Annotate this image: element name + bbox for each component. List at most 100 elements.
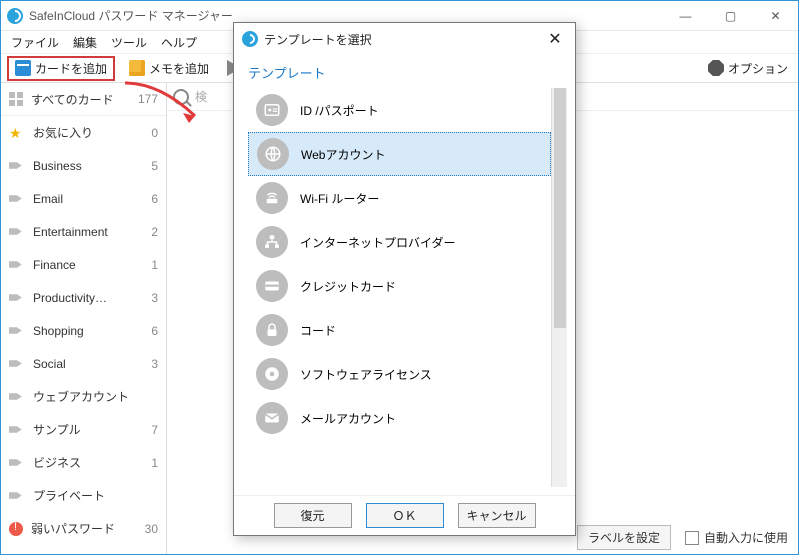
sidebar-item[interactable]: Shopping 6 <box>1 314 166 347</box>
options-label: オプション <box>728 60 788 77</box>
sidebar-item-label: ビジネス <box>33 454 81 471</box>
grey-icon <box>9 158 25 174</box>
sidebar-item-label: Email <box>33 192 63 206</box>
red-icon <box>9 522 23 536</box>
sidebar-item[interactable]: サンプル 7 <box>1 413 166 446</box>
menu-file[interactable]: ファイル <box>5 32 65 53</box>
sidebar-item-label: Entertainment <box>33 225 108 239</box>
sidebar-item-count: 6 <box>151 324 158 338</box>
sidebar-item[interactable]: 弱いパスワード 30 <box>1 512 166 545</box>
sidebar-item-count: 2 <box>151 225 158 239</box>
sidebar-list: ★お気に入り0Business5Email6Entertainment2Fina… <box>1 116 166 554</box>
sidebar-header-label: すべてのカード <box>31 91 114 108</box>
sidebar-item[interactable]: ウェブアカウント <box>1 380 166 413</box>
app-icon <box>7 8 23 24</box>
restore-button[interactable]: 復元 <box>274 503 352 528</box>
sidebar-item-label: プライベート <box>33 487 105 504</box>
grey-icon <box>9 455 25 471</box>
template-item-label: ID /パスポート <box>300 102 379 119</box>
sidebar-item-label: Productivity… <box>33 291 107 305</box>
add-card-button[interactable]: カードを追加 <box>7 56 115 81</box>
sidebar-item[interactable]: Finance1 <box>1 248 166 281</box>
template-item[interactable]: メールアカウント <box>248 396 551 440</box>
dialog-titlebar: テンプレートを選択 ✕ <box>234 23 575 55</box>
minimize-button[interactable]: ― <box>663 1 708 31</box>
grid-icon <box>9 92 23 106</box>
grey-icon <box>9 389 25 405</box>
globe-icon <box>257 138 289 170</box>
close-button[interactable]: ✕ <box>753 1 798 31</box>
add-memo-button[interactable]: メモを追加 <box>125 58 213 79</box>
template-item[interactable]: ID /パスポート <box>248 88 551 132</box>
sidebar-item-count: 30 <box>145 522 158 536</box>
template-item[interactable]: Wi-Fi ルーター <box>248 176 551 220</box>
search-icon <box>173 89 189 105</box>
maximize-button[interactable]: ▢ <box>708 1 753 31</box>
template-item-label: コード <box>300 322 336 339</box>
add-memo-label: メモを追加 <box>149 60 209 77</box>
sidebar: すべてのカード 177 ★お気に入り0Business5Email6Entert… <box>1 83 167 554</box>
template-list: ID /パスポート Webアカウント Wi-Fi ルーターインターネットプロバイダー… <box>248 88 551 487</box>
grey-icon <box>9 290 25 306</box>
dialog-scrollbar[interactable] <box>551 88 567 487</box>
sidebar-item[interactable]: Business 5 <box>1 149 166 182</box>
sidebar-item-label: 弱いパスワード <box>31 520 115 537</box>
template-item-label: Webアカウント <box>301 146 385 163</box>
sidebar-item[interactable]: Entertainment 2 <box>1 215 166 248</box>
window-title: SafeInCloud パスワード マネージャー <box>29 7 233 24</box>
menu-help[interactable]: ヘルプ <box>155 32 203 53</box>
template-item-label: クレジットカード <box>300 278 396 295</box>
grey-icon <box>9 257 25 273</box>
sidebar-item-count: 3 <box>151 357 158 371</box>
tools-icon <box>708 60 724 76</box>
template-item[interactable]: コード <box>248 308 551 352</box>
sidebar-item-count: 5 <box>151 159 158 173</box>
grey-icon <box>9 422 25 438</box>
dialog-close-button[interactable]: ✕ <box>543 29 567 49</box>
ok-button[interactable]: ＯＫ <box>366 503 444 528</box>
sidebar-item[interactable]: Productivity… 3 <box>1 281 166 314</box>
sidebar-item-label: お気に入り <box>33 124 93 141</box>
sidebar-item-count: 3 <box>151 291 158 305</box>
sidebar-item-label: Finance <box>33 258 76 272</box>
sidebar-item-label: Shopping <box>33 324 84 338</box>
template-item-label: メールアカウント <box>300 410 396 427</box>
dialog-title: テンプレートを選択 <box>264 31 372 48</box>
template-item[interactable]: ソフトウェアライセンス <box>248 352 551 396</box>
menu-tools[interactable]: ツール <box>105 32 153 53</box>
grey-icon <box>9 224 25 240</box>
sidebar-item-label: ウェブアカウント <box>33 388 129 405</box>
sidebar-item-count: 7 <box>151 423 158 437</box>
grey-icon <box>9 488 25 504</box>
set-label-button[interactable]: ラベルを設定 <box>577 525 671 550</box>
sidebar-item[interactable]: Email6 <box>1 182 166 215</box>
sidebar-header[interactable]: すべてのカード 177 <box>1 83 166 116</box>
sidebar-item[interactable]: ★お気に入り0 <box>1 116 166 149</box>
search-input[interactable]: 検 <box>195 88 207 105</box>
cancel-button[interactable]: キャンセル <box>458 503 536 528</box>
grey-icon <box>9 323 25 339</box>
options-button[interactable]: オプション <box>704 58 792 79</box>
dialog-app-icon <box>242 31 258 47</box>
grey-icon <box>9 191 25 207</box>
sidebar-item-label: サンプル <box>33 421 81 438</box>
template-item[interactable]: Webアカウント <box>248 132 551 176</box>
template-dialog: テンプレートを選択 ✕ テンプレート ID /パスポートWebアカウントWi-F… <box>233 22 576 536</box>
menu-edit[interactable]: 編集 <box>67 32 103 53</box>
add-card-label: カードを追加 <box>35 60 107 77</box>
card-icon <box>15 60 31 76</box>
sidebar-item-count: 0 <box>151 126 158 140</box>
template-item[interactable]: インターネットプロバイダー <box>248 220 551 264</box>
template-item[interactable]: クレジットカード <box>248 264 551 308</box>
disc-icon <box>256 358 288 390</box>
sidebar-header-count: 177 <box>138 92 158 106</box>
sidebar-item[interactable]: Social3 <box>1 347 166 380</box>
sidebar-item[interactable]: ビジネス1 <box>1 446 166 479</box>
card-icon <box>256 270 288 302</box>
sidebar-item[interactable]: 同じパスワード104 <box>1 545 166 554</box>
memo-icon <box>129 60 145 76</box>
scrollbar-thumb[interactable] <box>554 88 566 328</box>
sidebar-item[interactable]: プライベート <box>1 479 166 512</box>
autofill-checkbox[interactable]: 自動入力に使用 <box>685 529 788 546</box>
sidebar-item-label: Business <box>33 159 82 173</box>
